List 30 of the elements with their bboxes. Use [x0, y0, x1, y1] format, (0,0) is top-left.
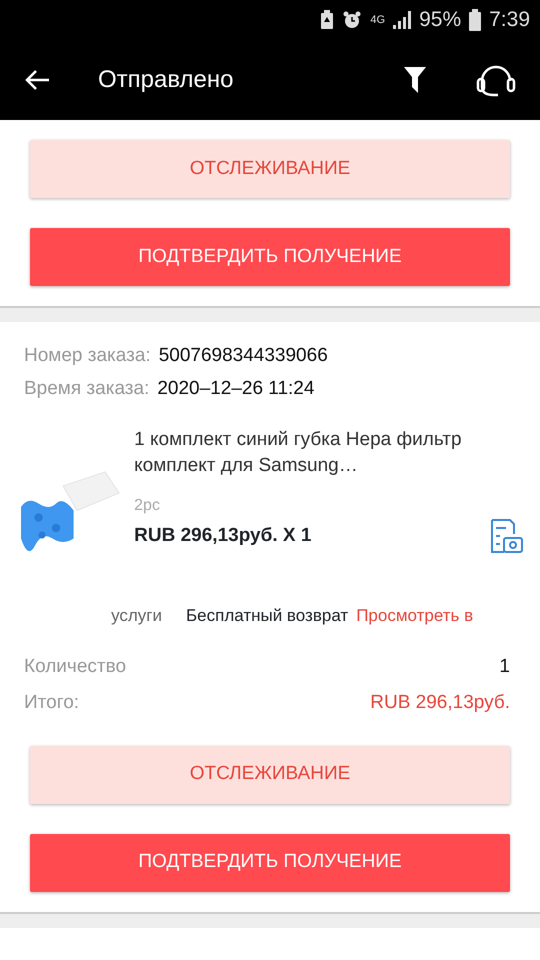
- product-title[interactable]: 1 комплект синий губка Hepa фильтр комплект для Samsung…: [134, 427, 524, 478]
- order-number-label: Номер заказа:: [24, 344, 151, 368]
- services-label: услуги: [110, 605, 162, 627]
- order-number: 5007698344339066: [158, 344, 328, 368]
- confirm-receipt-button[interactable]: ПОДТВЕРДИТЬ ПОЛУЧЕНИЕ: [30, 228, 510, 286]
- screen-title: Отправлено: [98, 66, 235, 94]
- tracking-button[interactable]: ОТСЛЕЖИВАНИЕ: [30, 746, 510, 804]
- signal-icon: [393, 11, 412, 29]
- recycle-battery-icon: [320, 10, 334, 30]
- battery-icon: [469, 9, 482, 31]
- quantity-label: Количество: [24, 654, 126, 678]
- order-time: 2020–12–26 11:24: [157, 376, 314, 400]
- filter-icon[interactable]: [404, 67, 426, 93]
- back-arrow-icon[interactable]: [24, 68, 50, 92]
- document-camera-icon[interactable]: [490, 518, 524, 554]
- clock-time: 7:39: [489, 7, 530, 34]
- product-price: RUB 296,13руб. X 1: [134, 524, 312, 548]
- battery-percent: 95%: [419, 7, 462, 34]
- network-type: 4G: [370, 12, 386, 28]
- total-label: Итого:: [24, 691, 80, 715]
- headset-icon[interactable]: [476, 63, 516, 97]
- product-variant: 2pc: [134, 496, 161, 516]
- free-return-text: Бесплатный возврат: [186, 605, 348, 627]
- confirm-receipt-button[interactable]: ПОДТВЕРДИТЬ ПОЛУЧЕНИЕ: [30, 834, 510, 892]
- order-time-label: Время заказа:: [24, 376, 150, 400]
- tracking-button[interactable]: ОТСЛЕЖИВАНИЕ: [30, 140, 510, 198]
- total-value: RUB 296,13руб.: [370, 691, 510, 715]
- alarm-icon: [342, 10, 362, 30]
- quantity-value: 1: [499, 654, 510, 678]
- view-link[interactable]: Просмотреть в: [356, 603, 474, 628]
